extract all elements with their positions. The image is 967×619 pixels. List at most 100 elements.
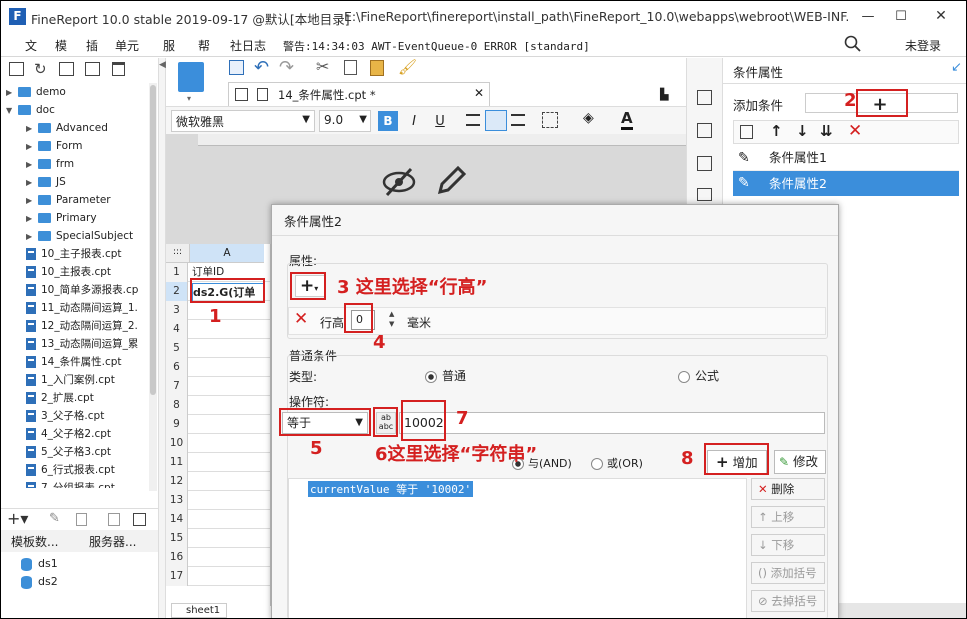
row-number[interactable]: 4 [166, 320, 188, 339]
add-paren-button[interactable]: () 添加括号 [751, 562, 825, 584]
sheet-row[interactable]: 13 [166, 491, 270, 510]
row-number[interactable]: 3 [166, 301, 188, 320]
delete-dataset-icon[interactable] [76, 513, 87, 526]
move-up-button[interactable]: ↑ 上移 [751, 506, 825, 528]
dataset-item[interactable]: ds2 [21, 574, 58, 590]
dataset-item[interactable]: ds1 [21, 556, 58, 572]
tree-file-item[interactable]: 10_主报表.cpt [26, 263, 111, 281]
tree-folder-item[interactable]: ▶ JS [26, 173, 66, 191]
row-number[interactable]: 6 [166, 358, 188, 377]
condition-item[interactable]: ✎ 条件属性1 [733, 145, 959, 171]
sheet-row[interactable]: 9 [166, 415, 270, 434]
tree-folder-item[interactable]: ▶ Parameter [26, 191, 111, 209]
close-button[interactable]: ✕ [926, 5, 956, 27]
minimize-button[interactable]: — [853, 5, 883, 27]
row-number[interactable]: 2 [166, 282, 188, 301]
dataset-props-icon[interactable] [133, 513, 146, 526]
hide-icon[interactable] [381, 166, 417, 198]
tree-file-item[interactable]: 14_条件属性.cpt [26, 353, 122, 371]
template-tab[interactable]: 14_条件属性.cpt * ✕ [228, 82, 490, 106]
maximize-button[interactable]: ☐ [886, 5, 916, 27]
row-number[interactable]: 5 [166, 339, 188, 358]
tree-file-item[interactable]: 4_父子格2.cpt [26, 425, 111, 443]
menu-item-cell[interactable]: 单元 [115, 37, 139, 54]
sheet-row[interactable]: 7 [166, 377, 270, 396]
cell-attr-icon[interactable] [697, 123, 712, 138]
or-radio[interactable]: 或(OR) [591, 455, 643, 471]
underline-button[interactable]: U [430, 111, 450, 131]
tree-file-item[interactable]: 7_分组报表.cpt [26, 479, 115, 488]
add-dataset-icon[interactable]: +▾ [7, 509, 28, 528]
menu-item-insert[interactable]: 插 [86, 37, 98, 54]
expand-arrow-icon[interactable]: ▶ [26, 174, 38, 192]
tree-file-item[interactable]: 1_入门案例.cpt [26, 371, 115, 389]
tree-file-item[interactable]: 12_动态隔间运算_2. [26, 317, 138, 335]
copy-icon[interactable] [344, 60, 357, 75]
row-number[interactable]: 1 [166, 263, 188, 282]
tree-scrollbar[interactable] [149, 83, 157, 491]
expand-arrow-icon[interactable]: ▶ [26, 156, 38, 174]
tree-folder-item[interactable]: ▶ Advanced [26, 119, 108, 137]
tree-folder-item[interactable]: ▶ SpecialSubject [26, 227, 133, 245]
tree-file-item[interactable]: 5_父子格3.cpt [26, 443, 111, 461]
tree-file-item[interactable]: 10_简单多源报表.cp [26, 281, 138, 299]
tree-file-item[interactable]: 6_行式报表.cpt [26, 461, 115, 479]
search-icon[interactable] [844, 35, 862, 53]
move-bottom-icon[interactable]: ⇊ [820, 122, 833, 140]
menu-item-file[interactable]: 文 [25, 37, 37, 54]
open-file-icon[interactable] [59, 62, 74, 76]
row-number[interactable]: 9 [166, 415, 188, 434]
align-left-icon[interactable] [466, 114, 480, 126]
format-painter-icon[interactable]: 🖌 [398, 58, 417, 76]
font-size-select[interactable]: 9.0 ▼ [319, 110, 371, 132]
tree-file-item[interactable]: 13_动态隔间运算_累 [26, 335, 138, 353]
edit-pencil-icon[interactable] [434, 164, 467, 198]
delete-icon[interactable]: ✕ [848, 121, 862, 141]
delete-condition-button[interactable]: ✕ 删除 [751, 478, 825, 500]
tree-file-item[interactable]: 11_动态隔间运算_1. [26, 299, 138, 317]
row-number[interactable]: 17 [166, 567, 188, 586]
delete-icon[interactable] [112, 62, 125, 76]
move-down-button[interactable]: ↓ 下移 [751, 534, 825, 556]
close-tab-icon[interactable]: ✕ [474, 86, 484, 100]
tree-file-item[interactable]: 10_主子报表.cpt [26, 245, 122, 263]
expand-arrow-icon[interactable]: ▶ [26, 138, 38, 156]
column-header-a[interactable]: A [190, 244, 264, 263]
tab-template-datasets[interactable]: 模板数... [11, 533, 58, 550]
template-icon[interactable] [178, 62, 204, 92]
expand-arrow-icon[interactable]: ▶ [6, 84, 18, 102]
bold-button[interactable]: B [378, 111, 398, 131]
sheet-row[interactable]: 17 [166, 567, 270, 586]
tree-file-item[interactable]: 2_扩展.cpt [26, 389, 94, 407]
edit-dataset-icon[interactable]: ✎ [49, 511, 60, 526]
tree-file-item[interactable]: 3_父子格.cpt [26, 407, 104, 425]
login-link[interactable]: 未登录 [905, 37, 941, 54]
row-number[interactable]: 16 [166, 548, 188, 567]
expand-arrow-icon[interactable]: ▶ [26, 192, 38, 210]
row-number[interactable]: 10 [166, 434, 188, 453]
cell-a1[interactable]: 订单ID [192, 264, 224, 279]
menu-item-template[interactable]: 模 [55, 37, 67, 54]
collapse-panel-icon[interactable]: ↙ [951, 60, 962, 75]
tree-scrollbar-thumb[interactable] [150, 85, 156, 395]
sheet-row[interactable]: 11 [166, 453, 270, 472]
copy-icon[interactable] [740, 125, 753, 139]
sheet-tab[interactable]: sheet1 [171, 603, 227, 618]
collapse-arrow-icon[interactable]: ◀ [159, 60, 166, 70]
tab-menu-icon[interactable]: ▙ [660, 88, 668, 101]
condition-line[interactable]: currentValue 等于 '10002' [308, 481, 474, 497]
tree-folder-item[interactable]: ▶ frm [26, 155, 74, 173]
tree-folder-item[interactable]: ▶ Form [26, 137, 82, 155]
menu-item-community[interactable]: 社日志 [230, 37, 266, 54]
condition-item-selected[interactable]: ✎ 条件属性2 [733, 171, 959, 196]
new-folder-icon[interactable] [9, 62, 24, 76]
remove-paren-button[interactable]: ⊘ 去掉括号 [751, 590, 825, 612]
move-down-icon[interactable]: ↓ [796, 122, 809, 140]
type-normal-radio[interactable]: 普通 [425, 367, 466, 384]
type-formula-radio[interactable]: 公式 [678, 367, 719, 384]
row-number[interactable]: 11 [166, 453, 188, 472]
save-icon[interactable] [229, 60, 244, 75]
sheet-row[interactable]: 10 [166, 434, 270, 453]
border-icon[interactable] [542, 112, 558, 128]
corner-cell[interactable]: ::: [166, 244, 190, 263]
